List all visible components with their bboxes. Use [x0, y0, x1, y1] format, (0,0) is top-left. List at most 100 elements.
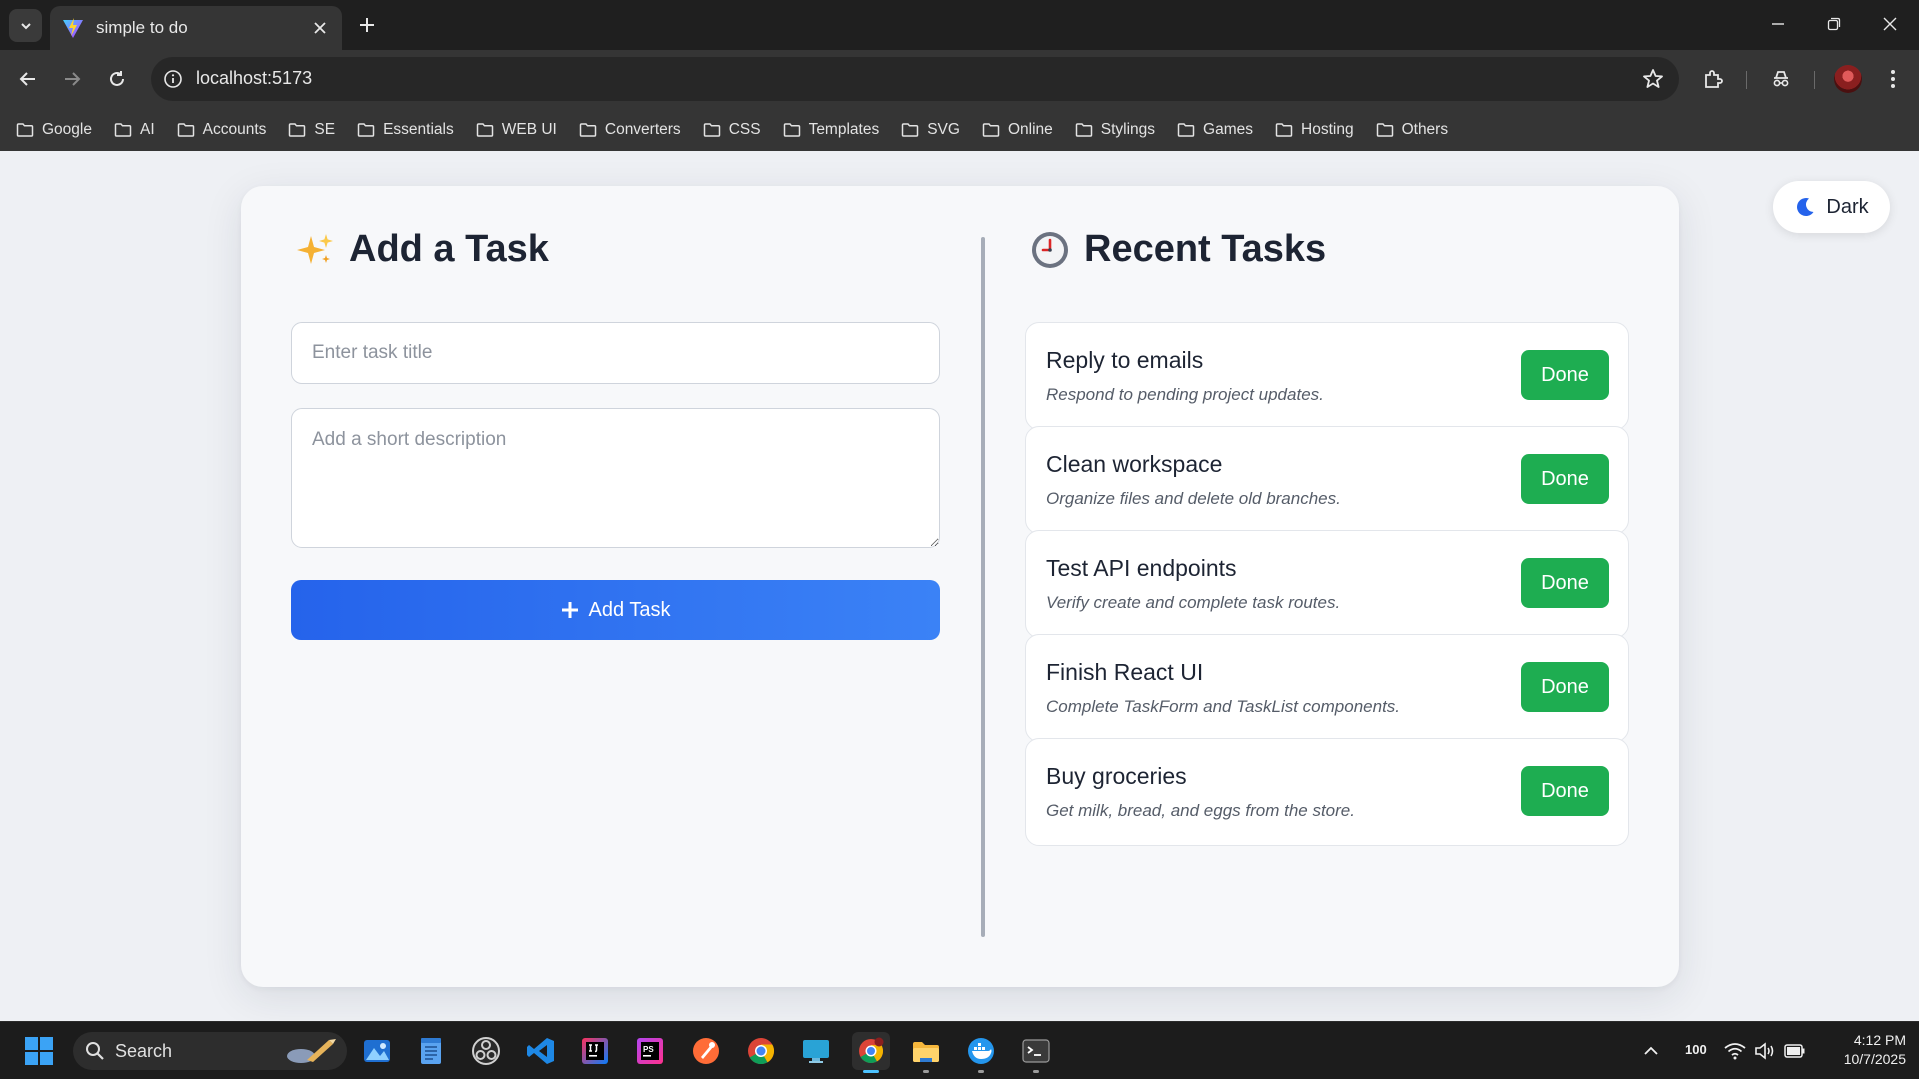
- bookmark-item[interactable]: Hosting: [1275, 121, 1354, 139]
- bookmark-item[interactable]: Others: [1376, 120, 1449, 139]
- close-window-button[interactable]: [1862, 0, 1918, 48]
- folder-icon: [783, 122, 800, 137]
- back-button[interactable]: [11, 62, 45, 96]
- show-hidden-icons-button[interactable]: [1637, 1032, 1665, 1070]
- clock[interactable]: 4:12 PM 10/7/2025: [1822, 1030, 1912, 1072]
- bookmark-item[interactable]: Games: [1177, 121, 1253, 139]
- taskbar-file-explorer-app[interactable]: [907, 1032, 945, 1073]
- bookmark-item[interactable]: SE: [288, 121, 335, 139]
- taskbar-search-label: Search: [115, 1040, 173, 1061]
- bookmark-item[interactable]: Templates: [783, 120, 880, 139]
- task-item: Test API endpoints Verify create and comp…: [1025, 530, 1629, 638]
- url-text[interactable]: localhost:5173: [196, 68, 312, 89]
- add-task-button-label: Add Task: [588, 598, 671, 621]
- bookmark-item[interactable]: SVG: [901, 121, 960, 139]
- bookmark-label: Stylings: [1100, 120, 1156, 138]
- incognito-icon: [1773, 71, 1789, 87]
- task-title: Finish React UI: [1046, 659, 1204, 685]
- svg-text:PS: PS: [643, 1045, 654, 1054]
- task-item: Buy groceries Get milk, bread, and eggs f…: [1025, 738, 1629, 846]
- done-button[interactable]: Done: [1521, 766, 1609, 816]
- battery-button[interactable]: [1781, 1032, 1809, 1070]
- bookmark-item[interactable]: CSS: [703, 121, 761, 139]
- folder-icon: [982, 122, 1000, 137]
- running-app-indicator: [923, 1070, 929, 1073]
- running-app-indicator: [1033, 1070, 1039, 1073]
- bookmark-item[interactable]: Online: [982, 121, 1053, 139]
- reload-button[interactable]: [100, 62, 134, 96]
- taskbar-notepad-app[interactable]: [412, 1032, 450, 1070]
- taskbar-docker-app[interactable]: [962, 1032, 1000, 1073]
- bookmark-label: SVG: [927, 120, 960, 138]
- task-item: Reply to emails Respond to pending projec…: [1025, 322, 1629, 430]
- bookmark-label: Templates: [808, 120, 880, 138]
- bookmark-item[interactable]: Converters: [579, 121, 681, 139]
- tab-search-button[interactable]: [9, 9, 42, 42]
- task-title-input[interactable]: [291, 322, 940, 384]
- incognito-button[interactable]: [1766, 64, 1796, 94]
- taskbar-chrome-app[interactable]: [742, 1032, 780, 1070]
- add-task-button[interactable]: Add Task: [291, 580, 940, 640]
- plus-icon: [360, 18, 374, 32]
- taskbar-terminal-app[interactable]: [1017, 1032, 1055, 1073]
- bookmark-label: Others: [1401, 120, 1449, 138]
- done-button[interactable]: Done: [1521, 558, 1609, 608]
- sparkles-icon: [295, 230, 335, 270]
- taskbar-remote-desktop-app[interactable]: [797, 1032, 835, 1070]
- task-title: Clean workspace: [1046, 451, 1223, 477]
- dark-mode-toggle[interactable]: Dark: [1773, 181, 1890, 233]
- bookmark-item[interactable]: WEB UI: [476, 121, 557, 139]
- taskbar-postman-app[interactable]: [687, 1032, 725, 1070]
- chrome-icon: [748, 1038, 775, 1065]
- bookmark-item[interactable]: Essentials: [357, 121, 454, 139]
- task-description: Verify create and complete task routes.: [1046, 593, 1341, 612]
- app-page: Add a Task Add Task Recent Tasks Re: [0, 151, 1919, 1021]
- browser-tab[interactable]: simple to do: [50, 6, 342, 50]
- task-item: Clean workspace Organize files and delete…: [1025, 426, 1629, 534]
- browser-menu-button[interactable]: [1878, 64, 1908, 94]
- bookmark-item[interactable]: Google: [16, 121, 92, 139]
- extensions-button[interactable]: [1698, 64, 1728, 94]
- bookmark-label: AI: [139, 120, 155, 138]
- folder-icon: [913, 1042, 939, 1062]
- taskbar-phpstorm-app[interactable]: PS: [631, 1032, 669, 1070]
- done-button[interactable]: Done: [1521, 454, 1609, 504]
- close-tab-icon[interactable]: [310, 18, 330, 38]
- taskbar-photos-app[interactable]: [358, 1032, 396, 1070]
- new-tab-button[interactable]: [352, 10, 382, 40]
- restore-button[interactable]: [1806, 0, 1862, 48]
- done-button[interactable]: Done: [1521, 662, 1609, 712]
- taskbar-vscode-app[interactable]: [522, 1032, 560, 1070]
- minimize-button[interactable]: [1750, 0, 1806, 48]
- address-bar[interactable]: localhost:5173: [151, 57, 1679, 101]
- tab-title: simple to do: [96, 18, 188, 37]
- chrome-profile-icon: [859, 1037, 884, 1064]
- dark-mode-label: Dark: [1826, 195, 1869, 218]
- taskbar-chrome-profile-app[interactable]: [852, 1032, 890, 1073]
- bookmark-item[interactable]: Accounts: [177, 121, 266, 139]
- bookmark-label: CSS: [728, 120, 761, 138]
- taskbar-obs-app[interactable]: [467, 1032, 505, 1070]
- clock-icon: [1030, 230, 1070, 270]
- profile-avatar[interactable]: [1834, 65, 1862, 93]
- column-divider: [981, 237, 985, 937]
- done-button[interactable]: Done: [1521, 350, 1609, 400]
- intellij-icon: [582, 1038, 608, 1064]
- forward-button[interactable]: [55, 62, 89, 96]
- taskbar-search[interactable]: Search: [73, 1032, 347, 1070]
- wifi-button[interactable]: [1721, 1032, 1749, 1070]
- task-title: Test API endpoints: [1046, 555, 1237, 581]
- volume-button[interactable]: [1751, 1032, 1779, 1070]
- task-description-input[interactable]: [291, 408, 940, 548]
- task-description: Get milk, bread, and eggs from the store…: [1046, 801, 1355, 820]
- start-button[interactable]: [20, 1032, 58, 1070]
- site-info-icon[interactable]: [161, 67, 185, 91]
- wifi-icon: [1724, 1043, 1746, 1060]
- os-taskbar: Search PS 100 4:12 PM 10/7/2025: [0, 1021, 1919, 1079]
- taskbar-intellij-app[interactable]: [576, 1032, 614, 1070]
- bookmark-star-icon[interactable]: [1641, 67, 1665, 91]
- bookmark-item[interactable]: AI: [114, 121, 155, 139]
- folder-icon: [579, 122, 597, 137]
- bookmark-item[interactable]: Stylings: [1075, 121, 1155, 139]
- recent-tasks-title: Recent Tasks: [1084, 228, 1327, 270]
